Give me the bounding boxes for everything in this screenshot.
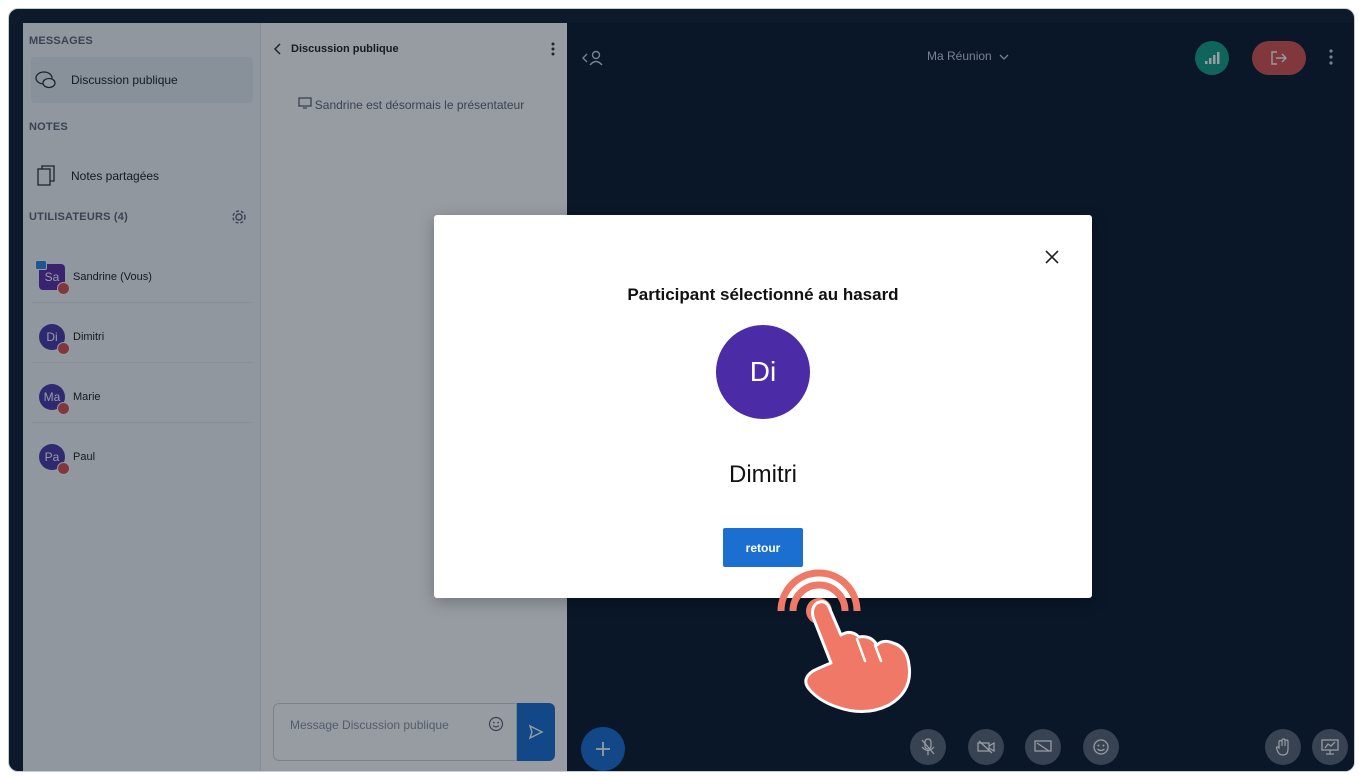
selected-user-name: Dimitri — [729, 461, 797, 488]
close-button[interactable] — [1040, 245, 1064, 269]
random-user-modal: Participant sélectionné au hasard Di Dim… — [434, 215, 1092, 598]
avatar-initials: Di — [749, 356, 777, 387]
conference-app: MESSAGES Discussion publique NOTES Notes… — [23, 23, 1354, 771]
back-button[interactable]: retour — [723, 528, 803, 567]
close-icon — [1044, 249, 1060, 265]
hand-pointer-icon — [771, 563, 927, 723]
modal-title: Participant sélectionné au hasard — [627, 285, 899, 304]
app-frame: MESSAGES Discussion publique NOTES Notes… — [8, 8, 1355, 772]
selected-user-avatar: Di — [716, 325, 810, 419]
